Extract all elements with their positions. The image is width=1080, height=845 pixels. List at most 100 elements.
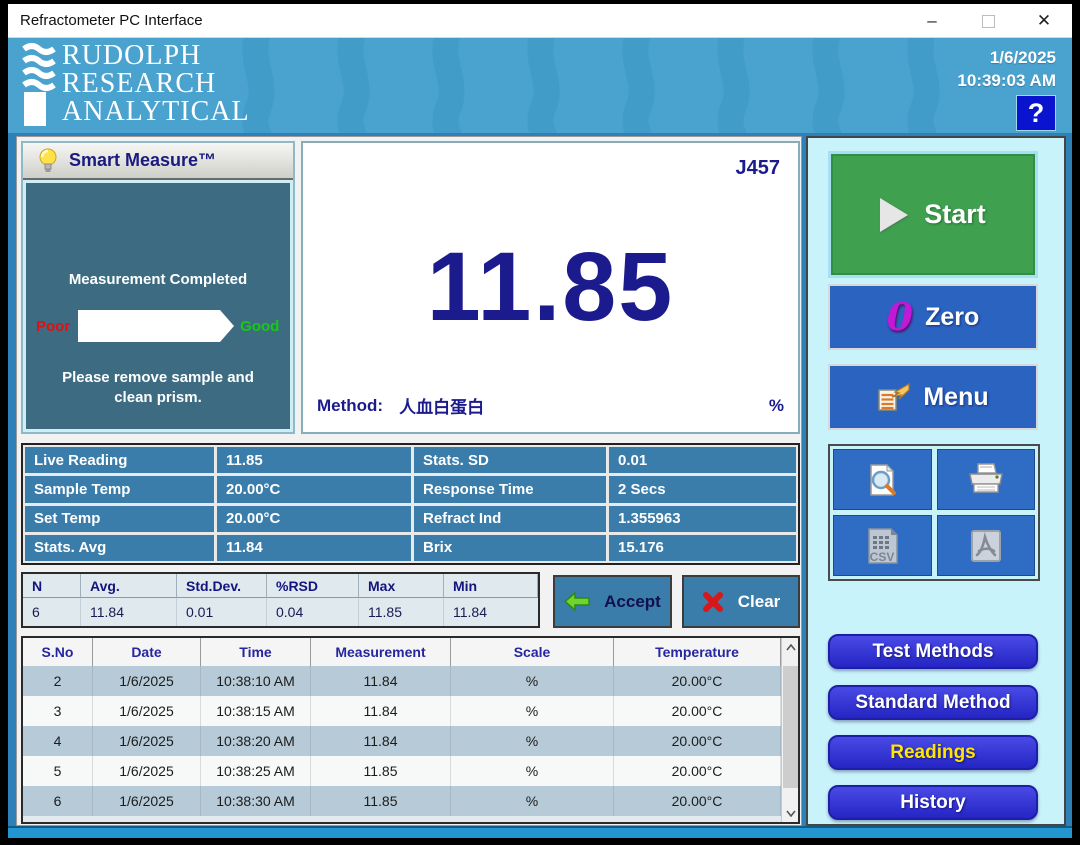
chevron-up-icon bbox=[785, 643, 796, 650]
measurement-value: 11.85 bbox=[426, 231, 675, 341]
start-button[interactable]: Start bbox=[828, 151, 1038, 278]
svg-text:CSV: CSV bbox=[870, 550, 895, 564]
table-row[interactable]: 4 1/6/2025 10:38:20 AM 11.84 % 20.00°C bbox=[23, 726, 781, 756]
stat-label: Live Reading bbox=[25, 447, 214, 474]
measurement-display: J457 11.85 Method: 人血白蛋白 % bbox=[301, 141, 800, 434]
method-value: 人血白蛋白 bbox=[399, 398, 485, 417]
instruction-text: Please remove sample and clean prism. bbox=[62, 369, 254, 406]
stat-label: Sample Temp bbox=[25, 476, 214, 503]
output-button-grid: CSV bbox=[828, 444, 1040, 581]
stat-label: Set Temp bbox=[25, 505, 214, 532]
summary-stats-table: N Avg. Std.Dev. %RSD Max Min 6 11.84 0.0… bbox=[21, 572, 540, 628]
stat-label: Brix bbox=[414, 534, 606, 561]
col-header: Measurement bbox=[311, 638, 451, 666]
quality-bar bbox=[78, 310, 221, 342]
maximize-icon bbox=[981, 14, 995, 28]
table-row[interactable]: 5 1/6/2025 10:38:25 AM 11.85 % 20.00°C bbox=[23, 756, 781, 786]
stat-value: 11.85 bbox=[217, 447, 411, 474]
readings-header-row: S.No Date Time Measurement Scale Tempera… bbox=[23, 638, 781, 666]
table-row[interactable]: 6 1/6/2025 10:38:30 AM 11.85 % 20.00°C bbox=[23, 786, 781, 816]
table-row[interactable]: 2 1/6/2025 10:38:10 AM 11.84 % 20.00°C bbox=[23, 666, 781, 696]
clear-x-icon bbox=[702, 591, 723, 612]
window-controls: – ✕ bbox=[904, 4, 1072, 38]
smart-measure-title: Smart Measure™ bbox=[69, 150, 217, 170]
col-header: Date bbox=[93, 638, 201, 666]
col-header: Time bbox=[201, 638, 311, 666]
stat-label: Refract Ind bbox=[414, 505, 606, 532]
stat-value: 1.355963 bbox=[609, 505, 796, 532]
pdf-file-icon bbox=[970, 529, 1001, 562]
col-header: Scale bbox=[451, 638, 614, 666]
stat-value: 11.84 bbox=[217, 534, 411, 561]
clear-button[interactable]: Clear bbox=[682, 575, 800, 628]
content-pane: Smart Measure™ Measurement Completed Poo… bbox=[16, 136, 802, 826]
main-area: Smart Measure™ Measurement Completed Poo… bbox=[8, 133, 1072, 838]
window-title: Refractometer PC Interface bbox=[20, 12, 203, 29]
stat-value: 0.01 bbox=[609, 447, 796, 474]
close-button[interactable]: ✕ bbox=[1016, 4, 1072, 38]
history-button[interactable]: History bbox=[828, 785, 1038, 820]
datetime-display: 1/6/2025 10:39:03 AM bbox=[957, 46, 1056, 92]
summary-value: 0.04 bbox=[267, 598, 359, 626]
smart-measure-panel: Smart Measure™ Measurement Completed Poo… bbox=[21, 141, 295, 434]
rudolph-waves-icon bbox=[22, 43, 56, 126]
test-methods-button[interactable]: Test Methods bbox=[828, 634, 1038, 669]
zero-icon: 0 bbox=[886, 294, 914, 339]
stat-value: 15.176 bbox=[609, 534, 796, 561]
scrollbar-thumb[interactable] bbox=[783, 666, 798, 788]
time-text: 10:39:03 AM bbox=[957, 71, 1056, 90]
summary-header: Avg. bbox=[81, 574, 177, 598]
logo-line-1: RUDOLPH bbox=[62, 40, 202, 71]
app-window: Refractometer PC Interface – ✕ RUDOLPH R… bbox=[8, 4, 1072, 838]
scroll-down-button[interactable] bbox=[782, 804, 799, 822]
print-preview-icon bbox=[870, 463, 897, 496]
standard-method-button[interactable]: Standard Method bbox=[828, 685, 1038, 720]
stat-value: 20.00°C bbox=[217, 476, 411, 503]
logo-line-3: ANALYTICAL bbox=[62, 96, 250, 127]
menu-hand-icon bbox=[878, 382, 910, 411]
instrument-model: J457 bbox=[735, 157, 781, 179]
stat-label: Stats. SD bbox=[414, 447, 606, 474]
good-label: Good bbox=[240, 317, 280, 335]
summary-value: 6 bbox=[23, 598, 81, 626]
zero-button[interactable]: 0 Zero bbox=[828, 284, 1038, 350]
scroll-up-button[interactable] bbox=[782, 638, 799, 656]
lightbulb-icon bbox=[39, 148, 57, 172]
minimize-button[interactable]: – bbox=[904, 4, 960, 38]
app-header: RUDOLPH RESEARCH ANALYTICAL 1/6/2025 10:… bbox=[8, 38, 1072, 133]
stat-label: Stats. Avg bbox=[25, 534, 214, 561]
summary-header: %RSD bbox=[267, 574, 359, 598]
stat-value: 20.00°C bbox=[217, 505, 411, 532]
method-label: Method: bbox=[317, 395, 384, 415]
summary-header: Std.Dev. bbox=[177, 574, 267, 598]
csv-file-icon: CSV bbox=[868, 527, 898, 564]
help-button[interactable]: ? bbox=[1016, 95, 1056, 131]
stat-value: 2 Secs bbox=[609, 476, 796, 503]
summary-header: Max bbox=[359, 574, 444, 598]
col-header: Temperature bbox=[614, 638, 781, 666]
readings-scrollbar[interactable] bbox=[781, 638, 798, 822]
table-row[interactable]: 3 1/6/2025 10:38:15 AM 11.84 % 20.00°C bbox=[23, 696, 781, 726]
summary-value: 0.01 bbox=[177, 598, 267, 626]
readings-button[interactable]: Readings bbox=[828, 735, 1038, 770]
accept-button[interactable]: Accept bbox=[553, 575, 672, 628]
smart-measure-body: Measurement Completed Poor Good Please r… bbox=[23, 180, 293, 432]
quality-bar-arrow-icon bbox=[220, 310, 235, 342]
summary-value: 11.84 bbox=[453, 604, 487, 620]
printer-icon bbox=[968, 462, 1003, 493]
maximize-button[interactable] bbox=[960, 4, 1016, 38]
readings-table: S.No Date Time Measurement Scale Tempera… bbox=[21, 636, 800, 824]
method-row: Method: 人血白蛋白 % bbox=[303, 393, 798, 432]
print-button[interactable] bbox=[936, 449, 1035, 510]
poor-label: Poor bbox=[36, 317, 71, 335]
stat-label: Response Time bbox=[414, 476, 606, 503]
menu-button[interactable]: Menu bbox=[828, 364, 1038, 430]
print-preview-button[interactable] bbox=[833, 449, 932, 510]
summary-value: 11.84 bbox=[81, 598, 177, 626]
accept-arrow-icon bbox=[564, 592, 590, 611]
live-stats-table: Live Reading 11.85 Stats. SD 0.01 Sample… bbox=[21, 443, 800, 565]
csv-export-button[interactable]: CSV bbox=[833, 515, 932, 576]
logo-line-2: RESEARCH bbox=[62, 68, 217, 99]
pdf-export-button[interactable] bbox=[936, 515, 1035, 576]
col-header: S.No bbox=[23, 638, 93, 666]
